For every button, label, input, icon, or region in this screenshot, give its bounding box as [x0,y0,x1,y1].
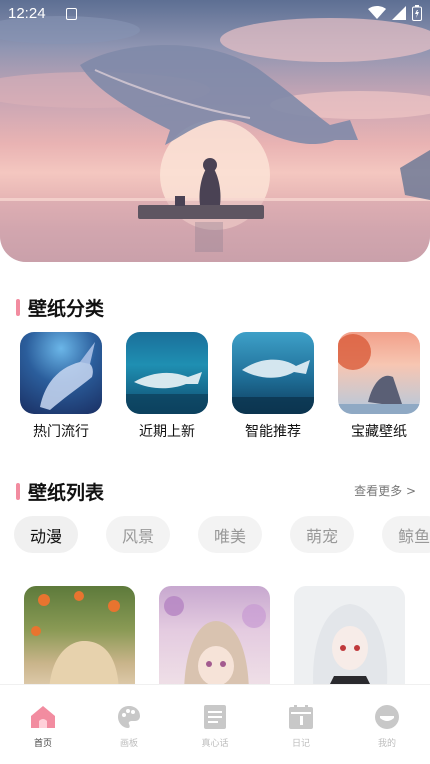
nav-label: 日记 [291,739,310,749]
category-item-treasure[interactable]: 宝藏壁纸 [338,332,420,441]
category-item-recommend[interactable]: 智能推荐 [232,332,314,441]
category-item-hot[interactable]: 热门流行 [20,332,102,441]
chip-anime[interactable]: 动漫 [14,516,79,553]
hero-illustration [0,16,430,262]
category-label: 智能推荐 [245,424,301,440]
whale-icon [40,342,95,410]
palette-icon [118,706,140,728]
status-time: 12:24 [8,5,46,22]
status-bar: 12:24 [0,0,430,30]
nav-label: 画板 [119,739,138,749]
category-thumbnail [20,332,102,414]
wallpaper-thumbnail [164,596,266,696]
category-label: 宝藏壁纸 [351,424,407,440]
wallpaper-card[interactable] [294,586,405,696]
category-label: 热门流行 [33,424,89,440]
category-item-new[interactable]: 近期上新 [126,332,208,441]
calendar-icon [289,705,313,729]
wallpaper-card[interactable] [24,586,135,696]
category-section-title: 壁纸分类 [28,298,105,320]
chip-aesthetic[interactable]: 唯美 [198,516,263,553]
whale-icon [232,359,314,414]
bottom-nav: 首页 画板 真心话 日记 我的 [0,684,430,764]
category-thumbnail [126,332,208,414]
category-list: 热门流行 近期上新 智能推荐 宝藏壁纸 [20,332,420,441]
nav-label: 首页 [33,739,52,749]
list-section-header: 壁纸列表 [16,478,104,505]
nav-home[interactable]: 首页 [0,685,86,764]
filter-chips: 动漫 风景 唯美 萌宠 鲸鱼 [14,516,430,553]
home-icon [31,706,55,728]
category-label: 近期上新 [139,424,195,440]
view-more-link[interactable]: 查看更多 > [354,482,416,499]
category-thumbnail [338,332,420,414]
wifi-icon [368,6,386,19]
wallpaper-card[interactable] [159,586,270,696]
nav-truth[interactable]: 真心话 [172,685,258,764]
battery-icon [412,5,422,21]
section-accent-bar [16,299,20,316]
notification-icon [66,8,77,20]
chip-pets[interactable]: 萌宠 [290,516,355,553]
whale-icon [338,334,420,414]
category-section-header: 壁纸分类 [16,294,104,321]
wallpaper-thumbnail [313,604,388,696]
nav-label: 我的 [377,739,396,749]
list-section-title: 壁纸列表 [28,482,105,504]
profile-icon [375,705,399,729]
wallpaper-grid [24,586,405,696]
signal-icon [392,6,406,20]
nav-profile[interactable]: 我的 [344,685,430,764]
nav-palette[interactable]: 画板 [86,685,172,764]
chip-scenery[interactable]: 风景 [106,516,171,553]
nav-diary[interactable]: 日记 [258,685,344,764]
chip-whale[interactable]: 鲸鱼 [382,516,430,553]
nav-label: 真心话 [201,739,229,749]
whale-icon [126,372,208,414]
hero-banner[interactable] [0,0,430,262]
wallpaper-thumbnail [31,591,120,696]
category-thumbnail [232,332,314,414]
document-icon [204,705,226,729]
section-accent-bar [16,483,20,500]
